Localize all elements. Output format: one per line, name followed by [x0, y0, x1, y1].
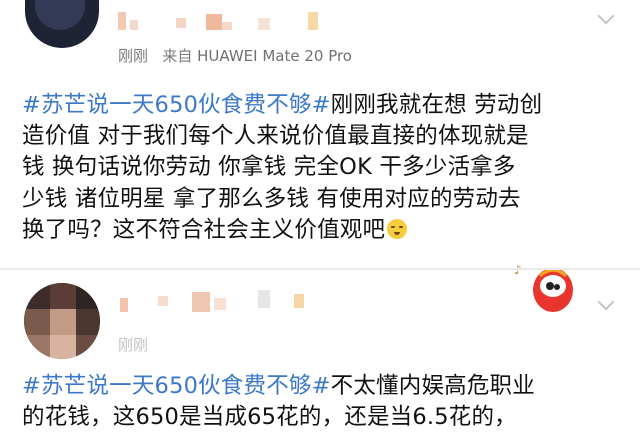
text-line: #苏芒说一天650伙食费不够#刚刚我就在想 劳动创	[22, 90, 542, 121]
device-prefix: 来自	[162, 47, 193, 65]
text-line: #苏芒说一天650伙食费不够#不太懂内娱高危职业	[22, 371, 535, 402]
tired-face-emoji-icon	[387, 218, 408, 239]
avatar[interactable]	[25, 0, 99, 48]
avatar[interactable]	[24, 283, 100, 359]
username-blurred[interactable]	[118, 290, 358, 312]
comment-text: #苏芒说一天650伙食费不够#不太懂内娱高危职业 的花钱，这650是当成65花的…	[22, 371, 535, 433]
chevron-down-icon[interactable]	[597, 7, 615, 25]
comment-meta: 刚刚	[118, 334, 148, 355]
text-line: 少钱 诸位明星 拿了那么多钱 有使用对应的劳动去	[22, 185, 521, 212]
timestamp: 刚刚	[118, 336, 149, 354]
divider	[0, 268, 640, 270]
text-span: 换了吗？这不符合社会主义价值观吧	[22, 216, 386, 243]
text-line: 换了吗？这不符合社会主义价值观吧	[22, 215, 542, 246]
text-line: 钱 换句话说你劳动 你拿钱 完全OK 干多少活拿多	[22, 154, 516, 181]
hashtag-link[interactable]: #苏芒说一天650伙食费不够#	[22, 92, 331, 118]
hashtag-link[interactable]: #苏芒说一天650伙食费不够#	[22, 373, 331, 399]
weibo-mascot-icon: ♪	[514, 263, 573, 312]
username-blurred[interactable]	[118, 8, 368, 30]
svg-text:♪: ♪	[514, 263, 522, 277]
text-line: 的花钱，这650是当成65花的，还是当6.5花的，	[22, 404, 517, 431]
timestamp: 刚刚	[118, 47, 149, 65]
comment-meta: 刚刚 来自 HUAWEI Mate 20 Pro	[118, 45, 352, 66]
text-line: 造价值 对于我们每个人来说价值最直接的体现就是	[22, 123, 529, 150]
comment-text: #苏芒说一天650伙食费不够#刚刚我就在想 劳动创 造价值 对于我们每个人来说价…	[22, 90, 542, 246]
chevron-down-icon[interactable]	[597, 293, 615, 311]
text-span: 刚刚我就在想 劳动创	[330, 92, 543, 118]
device-name: HUAWEI Mate 20 Pro	[197, 47, 352, 65]
text-span: 不太懂内娱高危职业	[330, 373, 535, 399]
